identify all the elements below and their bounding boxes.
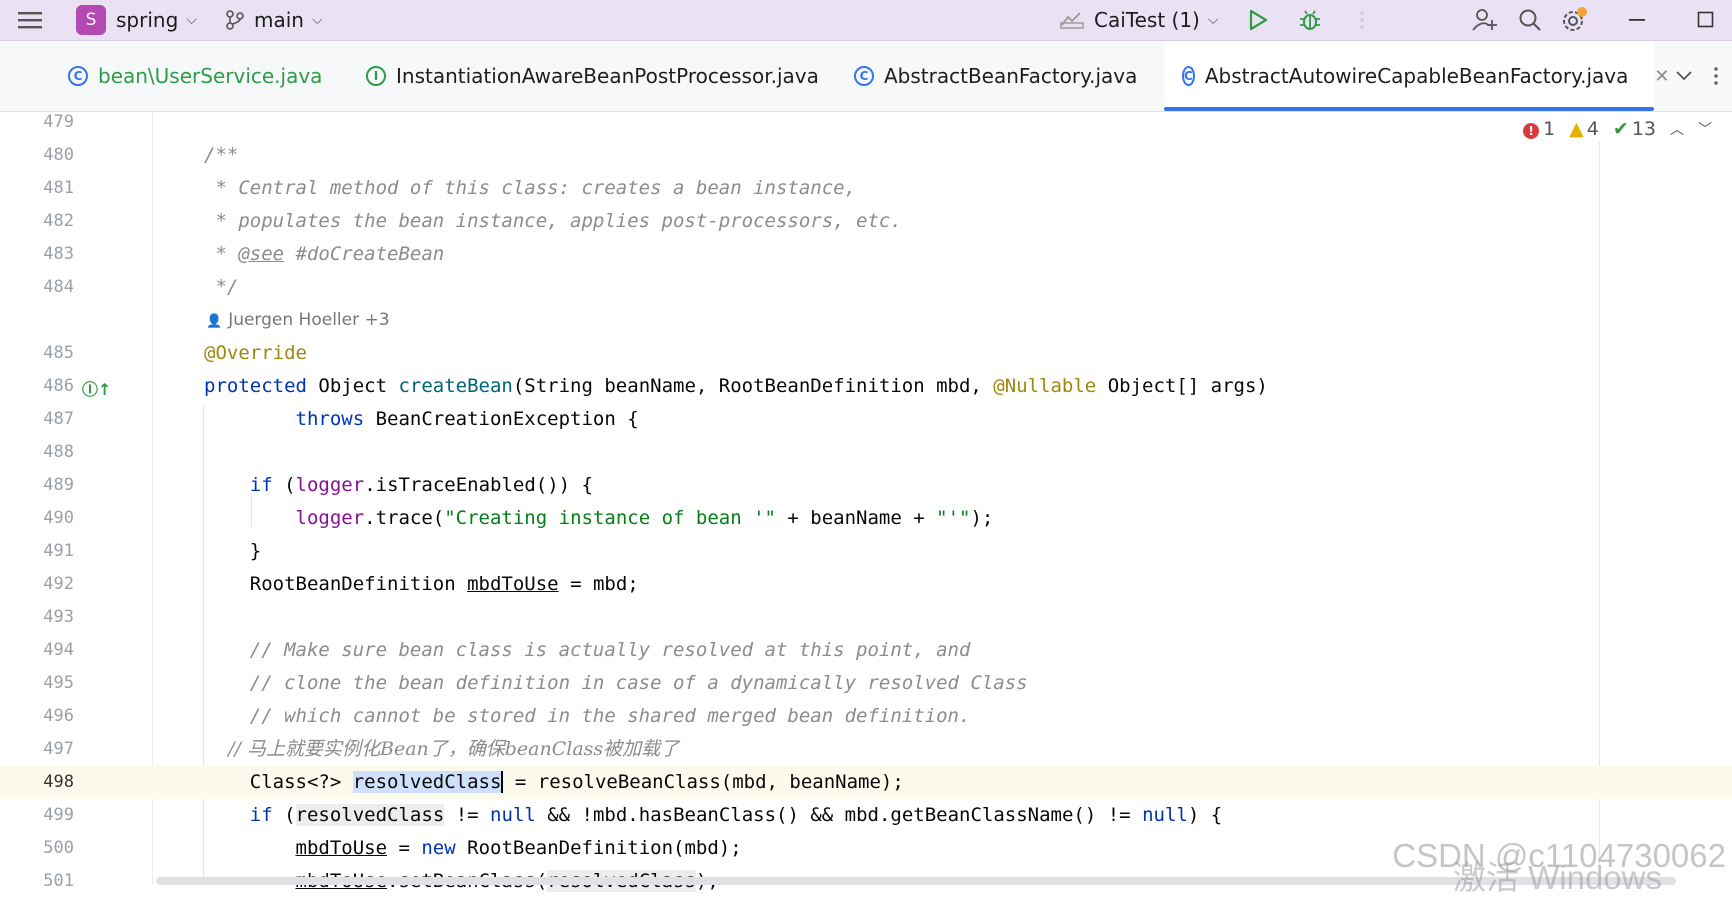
- git-branch-icon: [226, 10, 244, 30]
- code-line: 499 if (resolvedClass != null && !mbd.ha…: [43, 804, 1223, 826]
- code-line: 490 logger.trace("Creating instance of b…: [43, 507, 994, 529]
- tab-label: bean\UserService.java: [98, 64, 323, 88]
- code-line: 483 * @see #doCreateBean: [43, 243, 445, 265]
- code-line: 496 // which cannot be stored in the sha…: [43, 705, 971, 727]
- code-line: 487 throws BeanCreationException {: [43, 408, 639, 430]
- project-selector[interactable]: S spring ⌵: [76, 0, 197, 40]
- code-line: 494 // Make sure bean class is actually …: [43, 639, 971, 661]
- interface-icon: I: [366, 66, 386, 86]
- chevron-down-icon: ⌵: [186, 12, 197, 28]
- project-name: spring: [116, 8, 179, 32]
- run-icon[interactable]: [1238, 0, 1278, 40]
- code-line: 482 * populates the bean instance, appli…: [43, 210, 902, 232]
- class-icon: C: [1182, 66, 1195, 86]
- horizontal-scrollbar[interactable]: [156, 877, 1676, 885]
- code-line: 488: [43, 442, 74, 462]
- author-name: Juergen Hoeller +3: [228, 310, 390, 330]
- tab-label: InstantiationAwareBeanPostProcessor.java: [396, 64, 819, 88]
- run-config-selector[interactable]: CaiTest (1) ⌵: [1060, 0, 1218, 40]
- main-menu-icon[interactable]: [10, 0, 50, 40]
- tab-label: AbstractBeanFactory.java: [884, 64, 1138, 88]
- run-config-icon: [1060, 12, 1084, 29]
- settings-gear-icon[interactable]: [1554, 0, 1594, 40]
- implements-method-icon[interactable]: Ⓘ↑: [82, 376, 111, 400]
- code-editor[interactable]: ! 1 ▲ 4 ✔ 13 ︿ ﹀ 479 480/** 481 * Central m…: [0, 112, 1732, 896]
- code-line: 484 */: [43, 276, 239, 298]
- tab-abstractautowirecapable[interactable]: C AbstractAutowireCapableBeanFactory.jav…: [1164, 41, 1669, 111]
- tab-abstractbeanfactory[interactable]: C AbstractBeanFactory.java: [848, 41, 1143, 111]
- chevron-down-icon: ⌵: [311, 12, 323, 28]
- tab-instantiationaware[interactable]: I InstantiationAwareBeanPostProcessor.ja…: [360, 41, 825, 111]
- code-line: 493: [43, 607, 74, 627]
- current-code-line: 498 Class<?> resolvedClass = resolveBean…: [0, 766, 1732, 799]
- class-icon: C: [854, 66, 874, 86]
- code-line: 486 Ⓘ↑ protected Object createBean(String …: [43, 375, 1268, 400]
- code-line: 479: [43, 112, 74, 132]
- code-line: 492 RootBeanDefinition mbdToUse = mbd;: [43, 573, 639, 595]
- person-icon: 👤: [206, 314, 223, 329]
- csdn-watermark: CSDN @c1104730062: [1392, 837, 1726, 874]
- tab-userservice[interactable]: C bean\UserService.java: [62, 41, 328, 111]
- chevron-down-icon: ⌵: [1207, 12, 1219, 28]
- code-line: 489 if (logger.isTraceEnabled()) {: [43, 474, 593, 496]
- minimize-window-icon[interactable]: [1618, 0, 1658, 40]
- code-line: 480/**: [43, 144, 239, 166]
- more-actions-icon[interactable]: [1342, 0, 1382, 40]
- branch-selector[interactable]: main ⌵: [226, 0, 323, 40]
- search-icon[interactable]: [1510, 0, 1550, 40]
- debug-icon[interactable]: [1290, 0, 1330, 40]
- code-line: 491 }: [43, 540, 262, 562]
- add-user-icon[interactable]: [1465, 0, 1505, 40]
- code-line: 497 // 马上就要实例化Bean了，确保beanClass被加载了: [43, 738, 680, 760]
- author-inlay[interactable]: 👤 Juergen Hoeller +3: [0, 304, 1732, 337]
- class-icon: C: [68, 66, 88, 86]
- editor-tab-bar: C bean\UserService.java I InstantiationA…: [0, 41, 1732, 112]
- code-line: 481 * Central method of this class: crea…: [43, 177, 857, 199]
- run-config-name: CaiTest (1): [1094, 8, 1200, 32]
- tab-list-chevron-icon[interactable]: [1664, 56, 1704, 96]
- branch-name: main: [254, 8, 304, 32]
- maximize-window-icon[interactable]: [1686, 0, 1726, 40]
- tab-more-icon[interactable]: [1706, 56, 1726, 96]
- code-line: 485 @Override: [43, 342, 307, 364]
- title-bar: S spring ⌵ main ⌵ CaiTest (1) ⌵: [0, 0, 1732, 41]
- project-badge: S: [76, 5, 106, 35]
- code-line: 495 // clone the bean definition in case…: [43, 672, 1028, 694]
- tab-label: AbstractAutowireCapableBeanFactory.java: [1204, 64, 1629, 88]
